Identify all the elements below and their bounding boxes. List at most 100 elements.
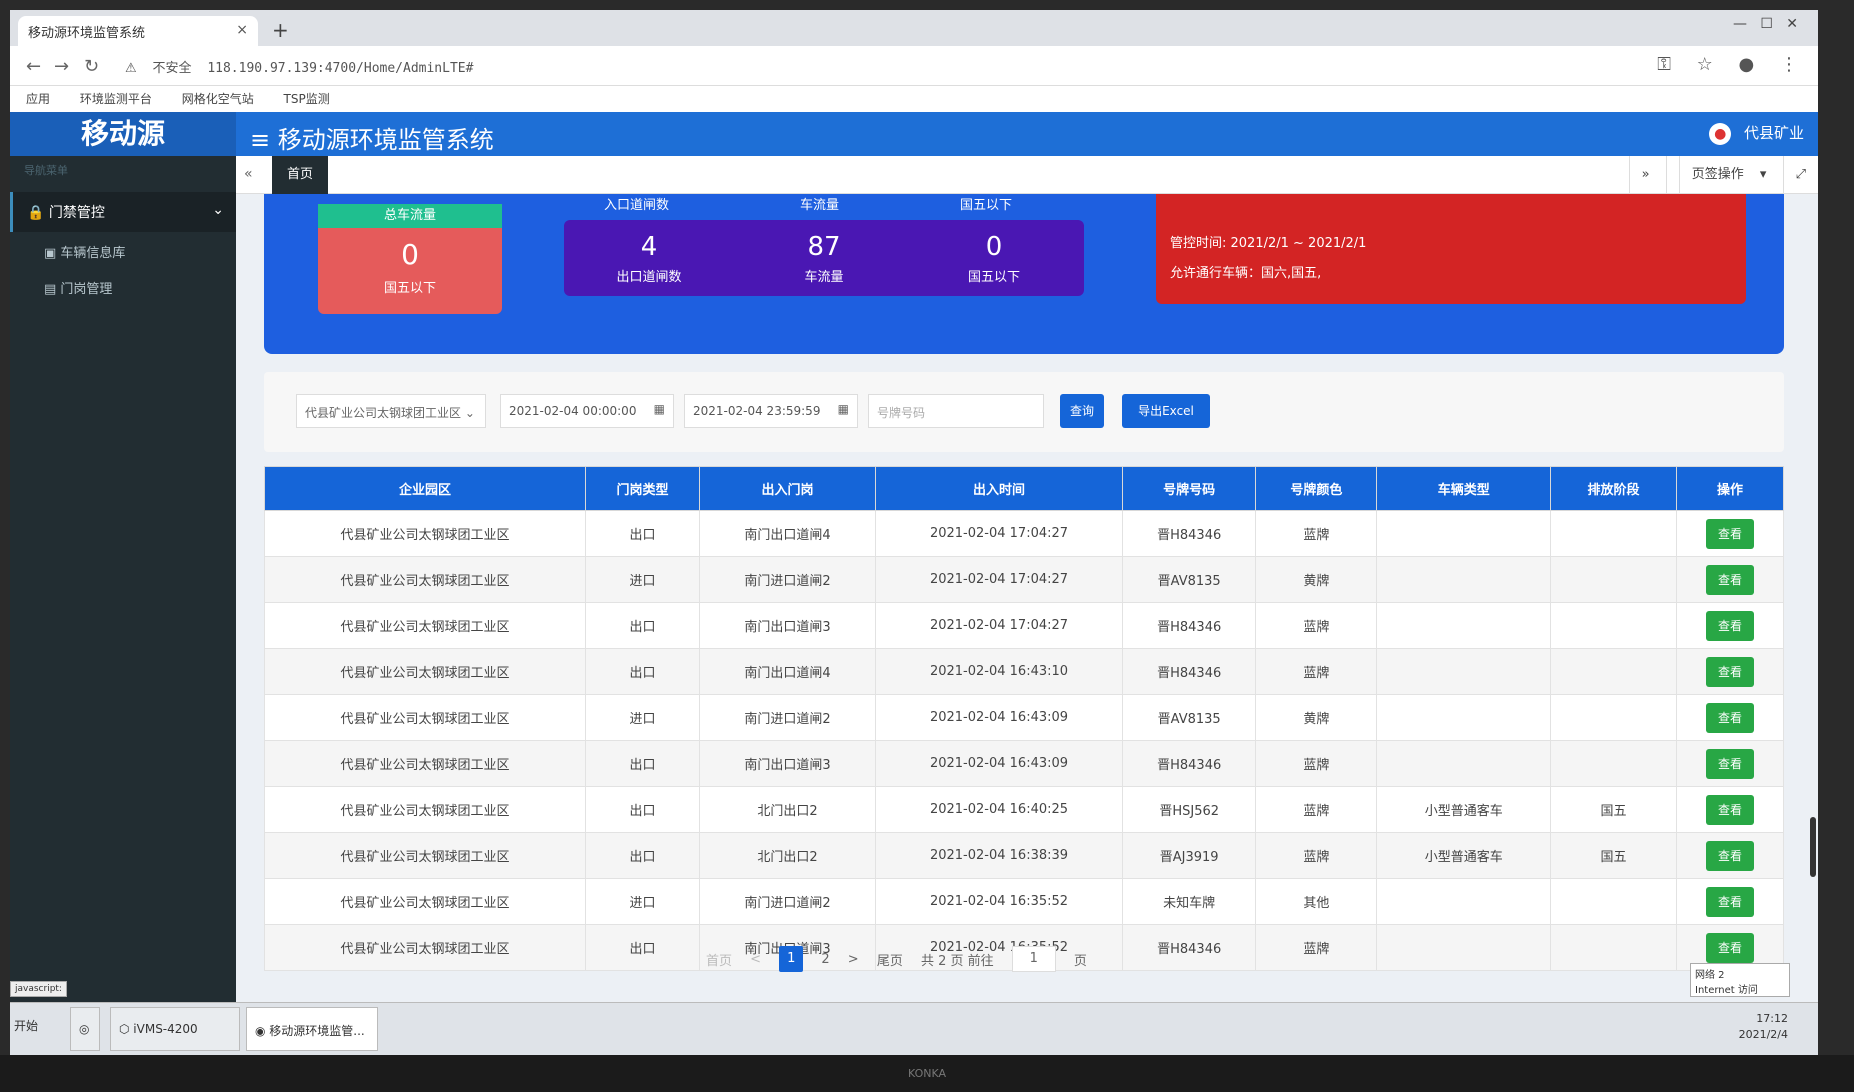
next-page-button[interactable]: > bbox=[848, 952, 859, 967]
table-cell: 蓝牌 bbox=[1255, 648, 1378, 695]
scroll-left-icon[interactable]: « bbox=[244, 166, 253, 182]
table-cell: 出口 bbox=[584, 924, 701, 971]
tab-home[interactable]: 首页 bbox=[272, 156, 328, 194]
table-cell bbox=[1550, 602, 1677, 649]
calendar-icon[interactable]: ▦ bbox=[654, 402, 665, 416]
table-cell: 出口 bbox=[584, 648, 701, 695]
prev-page-button[interactable]: < bbox=[750, 952, 761, 967]
logo[interactable]: 移动源 bbox=[10, 112, 236, 156]
start-button[interactable]: 开始 bbox=[14, 1017, 38, 1034]
exit-stats: 4 出口道闸数 87 车流量 0 国五以下 bbox=[564, 220, 1084, 296]
table-cell: 2021-02-04 17:04:27 bbox=[874, 602, 1124, 649]
table-cell: 黄牌 bbox=[1255, 556, 1378, 603]
view-button[interactable]: 查看 bbox=[1705, 748, 1754, 779]
tab-strip: 移动源环境监管系统 × + — ☐ ✕ bbox=[10, 10, 1818, 46]
table-cell: 代县矿业公司太钢球团工业区 bbox=[264, 924, 586, 971]
reload-icon[interactable]: ↻ bbox=[84, 56, 99, 77]
view-button[interactable]: 查看 bbox=[1705, 794, 1754, 825]
view-button[interactable]: 查看 bbox=[1705, 702, 1754, 733]
chevron-down-icon: ⌄ bbox=[212, 202, 224, 218]
view-button[interactable]: 查看 bbox=[1705, 886, 1754, 917]
end-time-input[interactable]: 2021-02-04 23:59:59 ▦ bbox=[684, 394, 858, 428]
bookmark-grid[interactable]: 网格化空气站 bbox=[182, 92, 254, 106]
main-header: 移动源 ≡ 移动源环境监管系统 ● 代县矿业 bbox=[10, 112, 1818, 156]
taskbar-chrome[interactable]: ◉ 移动源环境监管... bbox=[246, 1007, 378, 1051]
page-2-button[interactable]: 2 bbox=[821, 952, 829, 967]
security-label: 不安全 bbox=[152, 61, 192, 76]
url-text: 118.190.97.139:4700/Home/AdminLTE# bbox=[207, 61, 474, 76]
scrollbar[interactable] bbox=[1810, 817, 1816, 877]
scroll-right-icon[interactable]: » bbox=[1628, 156, 1662, 194]
export-excel-button[interactable]: 导出Excel bbox=[1122, 394, 1210, 428]
fullscreen-icon[interactable]: ⤢ bbox=[1782, 156, 1818, 194]
table-cell: 南门出口道闸4 bbox=[699, 648, 876, 695]
view-button[interactable]: 查看 bbox=[1705, 564, 1754, 595]
bookmark-env[interactable]: 环境监测平台 bbox=[80, 92, 152, 106]
bookmark-tsp[interactable]: TSP监测 bbox=[284, 92, 330, 106]
column-header: 出入时间 bbox=[874, 466, 1124, 511]
browser-tab[interactable]: 移动源环境监管系统 × bbox=[18, 16, 258, 46]
page-ops-button[interactable]: 页签操作 ▾ bbox=[1665, 156, 1779, 194]
company-select[interactable]: 代县矿业公司太钢球团工业区 ⌄ bbox=[296, 394, 486, 428]
start-time-input[interactable]: 2021-02-04 00:00:00 ▦ bbox=[500, 394, 674, 428]
close-icon[interactable]: × bbox=[236, 22, 248, 38]
location-icon: ● bbox=[1709, 123, 1732, 145]
last-page-button[interactable]: 尾页 bbox=[877, 950, 903, 969]
control-time: 管控时间: 2021/2/1 ~ 2021/2/1 bbox=[1170, 236, 1367, 251]
url-field[interactable]: ⚠ 不安全 118.190.97.139:4700/Home/AdminLTE# bbox=[125, 57, 473, 76]
table-cell: 2021-02-04 17:04:27 bbox=[874, 510, 1124, 557]
profile-icon[interactable]: ● bbox=[1739, 54, 1755, 75]
sidebar: 导航菜单 🔒 门禁管控 ⌄ ▣ 车辆信息库 ▤ 门岗管理 bbox=[10, 156, 236, 1002]
view-button[interactable]: 查看 bbox=[1705, 610, 1754, 641]
table-header: 企业园区 门岗类型 出入门岗 出入时间 号牌号码 号牌颜色 车辆类型 排放阶段 操作 bbox=[264, 466, 1785, 511]
table-cell: 进口 bbox=[584, 878, 701, 925]
back-icon[interactable]: ← bbox=[26, 56, 41, 77]
page-1-button[interactable]: 1 bbox=[779, 946, 804, 972]
table-cell: 出口 bbox=[584, 832, 701, 879]
user-menu[interactable]: ● 代县矿业 bbox=[1709, 122, 1804, 145]
sidebar-item-access-control[interactable]: 🔒 门禁管控 ⌄ bbox=[10, 192, 236, 232]
total-flow-header: 总车流量 bbox=[318, 204, 502, 228]
forward-icon[interactable]: → bbox=[54, 56, 69, 77]
table-cell bbox=[1376, 648, 1551, 695]
calendar-icon[interactable]: ▦ bbox=[838, 402, 849, 416]
star-icon[interactable]: ☆ bbox=[1697, 54, 1713, 75]
taskbar-app-icon[interactable]: ◎ bbox=[70, 1007, 100, 1051]
bookmark-apps[interactable]: 应用 bbox=[26, 92, 50, 106]
menu-icon[interactable]: ⋮ bbox=[1780, 54, 1798, 75]
tab-title: 移动源环境监管系统 bbox=[28, 26, 146, 41]
table-cell: 查看 bbox=[1675, 510, 1785, 557]
bookmarks-bar: 应用 环境监测平台 网格化空气站 TSP监测 bbox=[10, 86, 1818, 112]
exit-flow: 87 车流量 bbox=[804, 232, 844, 285]
goto-page-input[interactable]: 1 bbox=[1011, 946, 1056, 972]
table-cell: 南门出口道闸4 bbox=[699, 510, 876, 557]
table-cell: 查看 bbox=[1675, 786, 1785, 833]
table-cell: 北门出口2 bbox=[699, 786, 876, 833]
view-button[interactable]: 查看 bbox=[1705, 656, 1754, 687]
table-cell: 晋H84346 bbox=[1122, 602, 1257, 649]
sidebar-item-vehicles[interactable]: ▣ 车辆信息库 bbox=[44, 242, 125, 261]
stats-panel: 总车流量 0 国五以下 入口道闸数 车流量 国五以下 4 出口道闸数 87 车流… bbox=[264, 194, 1784, 354]
plate-input[interactable]: 号牌号码 bbox=[868, 394, 1044, 428]
sidebar-item-gates[interactable]: ▤ 门岗管理 bbox=[44, 278, 112, 297]
table-cell: 代县矿业公司太钢球团工业区 bbox=[264, 878, 586, 925]
key-icon[interactable]: ⚿ bbox=[1657, 54, 1671, 75]
view-button[interactable]: 查看 bbox=[1705, 840, 1754, 871]
view-button[interactable]: 查看 bbox=[1705, 518, 1754, 549]
exit-gate-count: 4 出口道闸数 bbox=[616, 232, 682, 285]
table-cell: 其他 bbox=[1255, 878, 1378, 925]
taskbar-ivms[interactable]: ⬡ iVMS-4200 bbox=[110, 1007, 240, 1051]
table-cell: 国五 bbox=[1550, 786, 1677, 833]
clock[interactable]: 17:12 2021/2/4 bbox=[1739, 1011, 1788, 1043]
table-row: 代县矿业公司太钢球团工业区 出口 北门出口2 2021-02-04 16:40:25 晋… bbox=[264, 786, 1785, 833]
status-bar-text: javascript: bbox=[10, 981, 67, 997]
new-tab-icon[interactable]: + bbox=[272, 18, 289, 42]
query-button[interactable]: 查询 bbox=[1060, 394, 1104, 428]
view-button[interactable]: 查看 bbox=[1705, 932, 1754, 963]
table-row: 代县矿业公司太钢球团工业区 进口 南门进口道闸2 2021-02-04 16:35:5… bbox=[264, 878, 1785, 925]
exit-below-national5: 0 国五以下 bbox=[967, 232, 1020, 285]
window-controls[interactable]: — ☐ ✕ bbox=[1733, 16, 1798, 32]
first-page-button[interactable]: 首页 bbox=[706, 950, 732, 969]
table-cell: 代县矿业公司太钢球团工业区 bbox=[264, 510, 586, 557]
table-cell: 南门进口道闸2 bbox=[699, 878, 876, 925]
